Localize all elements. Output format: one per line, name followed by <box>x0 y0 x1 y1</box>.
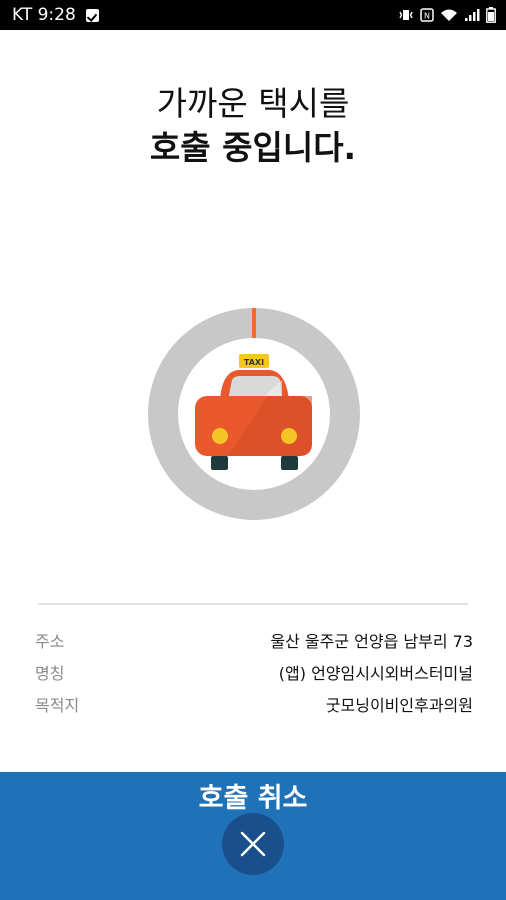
title-line-2: 호출 중입니다. <box>149 128 357 167</box>
status-bar: KT 9:28 N <box>0 0 506 30</box>
address-value: 울산 울주군 언양읍 남부리 73 <box>270 632 473 651</box>
address-label: 주소 <box>35 632 65 651</box>
vibrate-icon <box>399 10 413 20</box>
status-right: N <box>398 7 496 23</box>
cancel-call-label[interactable]: 호출 취소 <box>0 776 506 815</box>
page-title: 가까운 택시를 호출 중입니다. <box>0 82 506 170</box>
signal-icon <box>465 9 480 21</box>
call-info: 주소 울산 울주군 언양읍 남부리 73 명칭 (앱) 언양임시시외버스터미널 … <box>35 624 473 720</box>
carrier-time: KT 9:28 <box>12 5 76 25</box>
svg-text:N: N <box>424 12 430 21</box>
divider <box>38 603 468 605</box>
taxi-progress-illustration: TAXI <box>148 308 360 520</box>
destination-label: 목적지 <box>35 696 80 715</box>
info-row-destination: 목적지 굿모닝이비인후과의원 <box>35 688 473 720</box>
close-icon <box>240 831 266 857</box>
title-line-1: 가까운 택시를 <box>156 84 350 123</box>
destination-value: 굿모닝이비인후과의원 <box>325 696 473 715</box>
info-row-name: 명칭 (앱) 언양임시시외버스터미널 <box>35 656 473 688</box>
taxi-sign-text: TAXI <box>244 358 264 367</box>
wifi-icon <box>441 9 457 21</box>
cancel-call-button[interactable] <box>222 813 284 875</box>
info-row-address: 주소 울산 울주군 언양읍 남부리 73 <box>35 624 473 656</box>
name-label: 명칭 <box>35 664 65 683</box>
battery-icon <box>486 7 496 23</box>
notification-check-icon <box>85 8 99 22</box>
taxi-ring-svg: TAXI <box>148 308 360 520</box>
taxi-icon: TAXI <box>195 354 312 470</box>
name-value: (앱) 언양임시시외버스터미널 <box>278 664 473 683</box>
nfc-icon: N <box>420 8 434 22</box>
status-left: KT 9:28 <box>12 5 99 25</box>
